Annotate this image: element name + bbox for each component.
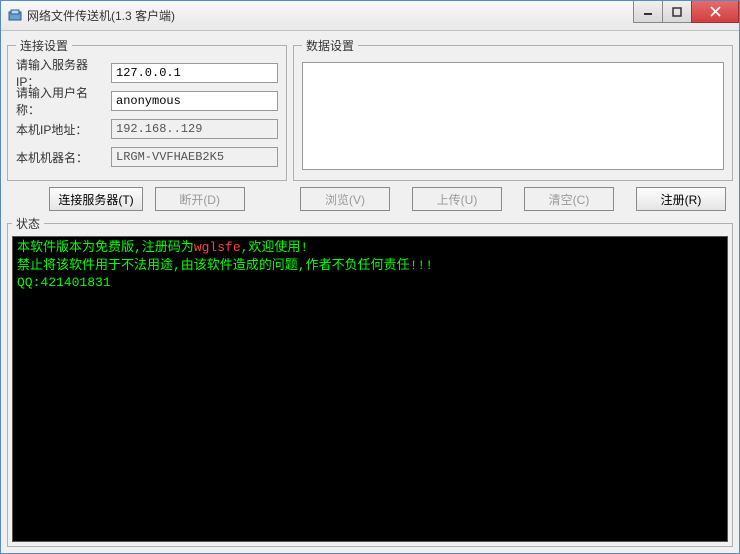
window-controls xyxy=(634,1,739,23)
top-panels: 连接设置 请输入服务器IP： 请输入用户名称： 本机IP地址： 本机机器名： xyxy=(7,37,733,181)
username-input[interactable] xyxy=(111,91,278,111)
machine-name-label: 本机机器名： xyxy=(16,149,111,166)
connection-settings-group: 连接设置 请输入服务器IP： 请输入用户名称： 本机IP地址： 本机机器名： xyxy=(7,37,287,181)
server-ip-input[interactable] xyxy=(111,63,278,83)
connection-legend: 连接设置 xyxy=(16,37,72,54)
status-legend: 状态 xyxy=(12,215,44,232)
window-title: 网络文件传送机(1.3 客户端) xyxy=(27,7,175,24)
local-ip-label: 本机IP地址： xyxy=(16,121,111,138)
close-button[interactable] xyxy=(691,1,739,23)
data-list[interactable] xyxy=(302,62,724,170)
disconnect-button[interactable]: 断开(D) xyxy=(155,187,245,211)
maximize-button[interactable] xyxy=(662,1,692,23)
status-line1-code: wglsfe xyxy=(194,240,241,255)
data-settings-legend: 数据设置 xyxy=(302,37,358,54)
local-ip-input xyxy=(111,119,278,139)
status-console[interactable]: 本软件版本为免费版,注册码为wglsfe,欢迎使用! 禁止将该软件用于不法用途,… xyxy=(12,236,728,542)
app-icon xyxy=(7,8,23,24)
status-group: 状态 本软件版本为免费版,注册码为wglsfe,欢迎使用! 禁止将该软件用于不法… xyxy=(7,215,733,547)
data-buttons: 浏览(V) 上传(U) 清空(C) 注册(R) xyxy=(293,187,733,211)
username-row: 请输入用户名称： xyxy=(16,90,278,112)
data-settings-group: 数据设置 xyxy=(293,37,733,181)
app-window: 网络文件传送机(1.3 客户端) 连接设置 请输入服务器IP： 请输入用 xyxy=(0,0,740,554)
status-line2: 禁止将该软件用于不法用途,由该软件造成的问题,作者不负任何责任!!! xyxy=(17,258,433,273)
register-button[interactable]: 注册(R) xyxy=(636,187,726,211)
status-line3: QQ:421401831 xyxy=(17,275,111,290)
machine-name-row: 本机机器名： xyxy=(16,146,278,168)
username-label: 请输入用户名称： xyxy=(16,84,111,118)
server-ip-row: 请输入服务器IP： xyxy=(16,62,278,84)
button-row: 连接服务器(T) 断开(D) 浏览(V) 上传(U) 清空(C) 注册(R) xyxy=(7,185,733,211)
minimize-button[interactable] xyxy=(633,1,663,23)
browse-button[interactable]: 浏览(V) xyxy=(300,187,390,211)
close-icon xyxy=(710,6,721,17)
local-ip-row: 本机IP地址： xyxy=(16,118,278,140)
titlebar[interactable]: 网络文件传送机(1.3 客户端) xyxy=(1,1,739,31)
upload-button[interactable]: 上传(U) xyxy=(412,187,502,211)
connection-buttons: 连接服务器(T) 断开(D) xyxy=(7,187,287,211)
status-line1-post: ,欢迎使用! xyxy=(241,240,309,255)
clear-button[interactable]: 清空(C) xyxy=(524,187,614,211)
status-line1-pre: 本软件版本为免费版,注册码为 xyxy=(17,240,194,255)
minimize-icon xyxy=(643,7,653,17)
machine-name-input xyxy=(111,147,278,167)
client-area: 连接设置 请输入服务器IP： 请输入用户名称： 本机IP地址： 本机机器名： xyxy=(1,31,739,553)
connect-button[interactable]: 连接服务器(T) xyxy=(49,187,142,211)
maximize-icon xyxy=(672,7,682,17)
